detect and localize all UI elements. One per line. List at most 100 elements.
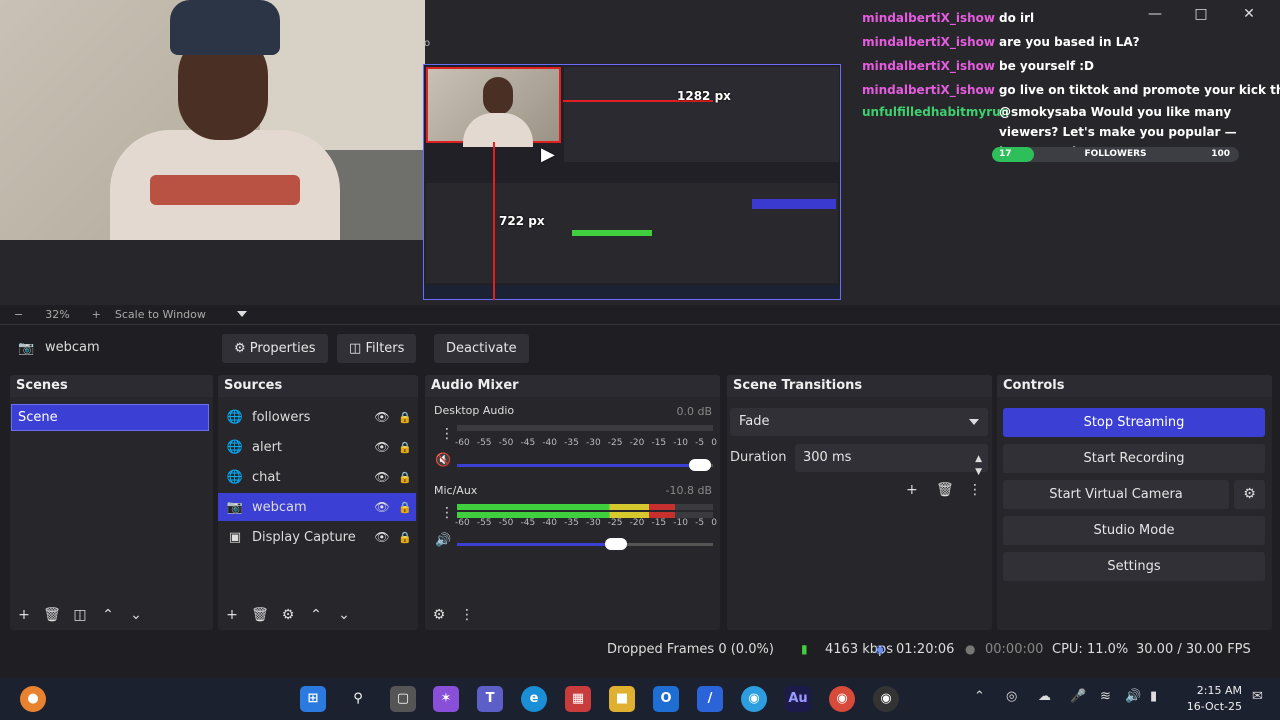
teams-icon[interactable]: T (477, 686, 503, 712)
add-icon[interactable]: + (906, 482, 918, 498)
chevron-down-icon[interactable]: ⌄ (330, 607, 358, 623)
cloud-icon[interactable]: ☁ (1038, 689, 1051, 704)
code-icon[interactable]: / (697, 686, 723, 712)
speaker-icon[interactable]: 🔊 (435, 533, 451, 548)
add-icon[interactable]: + (218, 607, 246, 623)
divider (0, 324, 1280, 325)
controls-title: Controls (997, 375, 1272, 397)
speaker-muted-icon[interactable]: 🔇 (435, 453, 451, 468)
trash-icon[interactable]: 🗑 (38, 607, 66, 623)
chevron-up-icon[interactable]: ⌃ (94, 607, 122, 623)
meter-tick: -45 (520, 438, 536, 448)
chrome-icon[interactable]: ◉ (829, 686, 855, 712)
windows-start-icon[interactable]: ⊞ (300, 686, 326, 712)
followers-label: FOLLOWERS (1084, 149, 1147, 159)
kebab-menu-icon[interactable]: ⋮ (453, 607, 481, 623)
kebab-menu-icon[interactable]: ⋮ (440, 426, 454, 442)
app-icon[interactable]: ● (20, 686, 46, 712)
properties-button[interactable]: ⚙ Properties (222, 334, 328, 363)
search-icon[interactable]: ⚲ (345, 686, 371, 712)
outlook-icon[interactable]: O (653, 686, 679, 712)
lock-icon[interactable]: 🔒 (394, 411, 416, 424)
preview-canvas[interactable]: o 1282 px 722 px ▶ mindalbertiX_ishow do… (0, 0, 1280, 305)
desktop-audio-meter (457, 425, 713, 431)
gear-icon[interactable]: ⚙ (1234, 480, 1265, 509)
minimize-icon[interactable]: — (1132, 6, 1178, 22)
fps: 30.00 / 30.00 FPS (1136, 642, 1251, 657)
chat-username: mindalbertiX_ishow (862, 83, 995, 97)
kebab-menu-icon[interactable]: ⋮ (440, 505, 454, 521)
chevron-down-icon[interactable] (236, 311, 247, 317)
eye-icon[interactable]: 👁 (370, 470, 394, 484)
deactivate-button[interactable]: Deactivate (434, 334, 529, 363)
eye-icon[interactable]: 👁 (370, 440, 394, 454)
kebab-menu-icon[interactable]: ⋮ (968, 482, 982, 498)
clock[interactable]: 2:15 AM 16-Oct-25 (1186, 683, 1242, 715)
trash-icon[interactable]: 🗑 (936, 482, 954, 498)
desktop-audio-db: 0.0 dB (676, 405, 712, 418)
source-item-display-capture[interactable]: ▣ Display Capture 👁 🔒 (218, 523, 416, 551)
eye-icon[interactable]: 👁 (370, 410, 394, 424)
folder-icon[interactable]: ■ (609, 686, 635, 712)
measure-height-label: 722 px (499, 214, 545, 228)
maximize-icon[interactable]: □ (1178, 6, 1224, 22)
zoom-in-button[interactable]: + (92, 308, 101, 321)
chevron-up-icon[interactable]: ⌃ (302, 607, 330, 623)
close-icon[interactable]: ✕ (1226, 6, 1272, 22)
scenes-toolbar: + 🗑 ◫ ⌃ ⌄ (10, 600, 213, 630)
chat-overlay: mindalbertiX_ishow do irl mindalbertiX_i… (862, 6, 1280, 159)
gear-icon[interactable]: ⚙ (274, 607, 302, 623)
audition-icon[interactable]: Au (785, 686, 811, 712)
chevron-up-icon[interactable]: ⌃ (974, 689, 985, 704)
preview-zoom-bar: − 32% + Scale to Window (0, 305, 1280, 323)
obs-icon[interactable]: ◉ (873, 686, 899, 712)
mic-aux-volume-slider[interactable] (457, 538, 713, 550)
microphone-icon[interactable]: 🎤 (1070, 689, 1086, 704)
globe-icon: 🌐 (226, 469, 244, 485)
transition-select[interactable]: Fade (730, 408, 988, 436)
lock-icon[interactable]: 🔒 (394, 501, 416, 514)
chat-message: are you based in LA? (999, 35, 1140, 49)
stop-streaming-button[interactable]: Stop Streaming (1003, 408, 1265, 437)
scene-item[interactable]: Scene (11, 404, 209, 431)
wifi-icon[interactable]: ≋ (1100, 689, 1111, 704)
zoom-out-button[interactable]: − (14, 308, 23, 321)
source-item-chat[interactable]: 🌐 chat 👁 🔒 (218, 463, 416, 491)
store-icon[interactable]: ▦ (565, 686, 591, 712)
copilot-icon[interactable]: ✶ (433, 686, 459, 712)
slider-handle[interactable] (689, 459, 712, 471)
source-item-alert[interactable]: 🌐 alert 👁 🔒 (218, 433, 416, 461)
volume-icon[interactable]: 🔊 (1125, 689, 1141, 704)
trash-icon[interactable]: 🗑 (246, 607, 274, 623)
audio-mixer-toolbar: ⚙ ⋮ (425, 600, 720, 630)
edge-icon[interactable]: e (521, 686, 547, 712)
duration-input[interactable]: 300 ms ▲ ▼ (795, 444, 988, 477)
desktop-audio-volume-slider[interactable] (457, 459, 713, 471)
gear-icon[interactable]: ⚙ (425, 607, 453, 623)
eye-icon[interactable]: 👁 (370, 530, 394, 544)
lock-icon[interactable]: 🔒 (394, 531, 416, 544)
task-view-icon[interactable]: ▢ (390, 686, 416, 712)
meter-tick: -40 (542, 438, 558, 448)
start-recording-button[interactable]: Start Recording (1003, 444, 1265, 473)
chevron-down-icon[interactable]: ⌄ (122, 607, 150, 623)
tray-app-icon[interactable]: ◎ (1006, 689, 1017, 704)
filters-button[interactable]: ◫ Filters (337, 334, 417, 363)
settings-button[interactable]: Settings (1003, 552, 1265, 581)
slider-handle[interactable] (604, 538, 627, 550)
source-item-followers[interactable]: 🌐 followers 👁 🔒 (218, 403, 416, 431)
add-icon[interactable]: + (10, 607, 38, 623)
notification-icon[interactable]: ✉ (1252, 689, 1263, 704)
source-item-webcam[interactable]: 📷 webcam 👁 🔒 (218, 493, 416, 521)
meter-tick: -10 (673, 438, 688, 448)
studio-mode-button[interactable]: Studio Mode (1003, 516, 1265, 545)
eye-icon[interactable]: 👁 (370, 500, 394, 514)
lock-icon[interactable]: 🔒 (394, 471, 416, 484)
app-icon[interactable]: ◉ (741, 686, 767, 712)
start-virtual-camera-button[interactable]: Start Virtual Camera (1003, 480, 1229, 509)
battery-icon[interactable]: ▮ (1150, 689, 1157, 704)
date: 16-Oct-25 (1186, 700, 1242, 713)
filter-icon[interactable]: ◫ (66, 607, 94, 623)
dropped-frames: Dropped Frames 0 (0.0%) (607, 642, 774, 657)
lock-icon[interactable]: 🔒 (394, 441, 416, 454)
